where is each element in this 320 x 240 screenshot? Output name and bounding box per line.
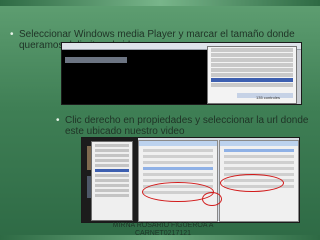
menu-row: [95, 184, 129, 187]
url-field: [224, 149, 294, 152]
menu-row: [95, 144, 129, 147]
menu-row: [95, 194, 129, 197]
control-list-popup: 135 controles: [207, 46, 297, 104]
menu-row-properties-selected: [95, 169, 129, 172]
dialog-line: [224, 155, 294, 158]
control-list-row: [211, 58, 293, 62]
control-count-text: 135 controles: [256, 95, 281, 100]
right-click-menu: [91, 141, 133, 221]
properties-panel: [138, 140, 218, 222]
property-line: [143, 173, 213, 176]
control-list-row: [211, 63, 293, 67]
bullet-2-text: Clic derecho en propiedades y selecciona…: [65, 115, 309, 137]
control-list-row: [211, 53, 293, 57]
menu-row: [95, 149, 129, 152]
menu-row: [95, 174, 129, 177]
control-list-row: [211, 68, 293, 72]
author-name: MIRNA ROSARIO FIGUEROA A: [112, 222, 214, 229]
dialog-line: [224, 161, 294, 164]
menu-row: [95, 154, 129, 157]
screenshot-properties: [81, 137, 300, 223]
menu-row: [95, 179, 129, 182]
player-control-strip: [65, 57, 127, 63]
menu-row: [95, 159, 129, 162]
dialog-title-bar: [220, 141, 298, 146]
media-player-control: [62, 50, 212, 104]
property-line: [143, 161, 213, 164]
top-decorative-bar: [0, 0, 320, 6]
control-list-row: [211, 73, 293, 77]
property-line-selected: [143, 167, 213, 170]
menu-row: [95, 164, 129, 167]
bottom-decorative-bar: [0, 235, 320, 240]
screenshot-media-player: 135 controles: [61, 42, 302, 105]
control-list-row: [211, 83, 293, 87]
property-line: [143, 155, 213, 158]
highlight-ring: [202, 192, 222, 206]
bullet-dot-icon: •: [10, 29, 14, 40]
control-list-row: [211, 48, 293, 52]
control-list-row-selected: [211, 78, 293, 82]
dialog-line: [224, 167, 294, 170]
properties-title-bar: [139, 141, 217, 146]
menu-row: [95, 189, 129, 192]
bullet-dot-icon: •: [56, 115, 60, 126]
property-line: [143, 149, 213, 152]
highlight-ring: [220, 174, 284, 192]
bullet-2: • Clic derecho en propiedades y seleccio…: [56, 115, 316, 137]
